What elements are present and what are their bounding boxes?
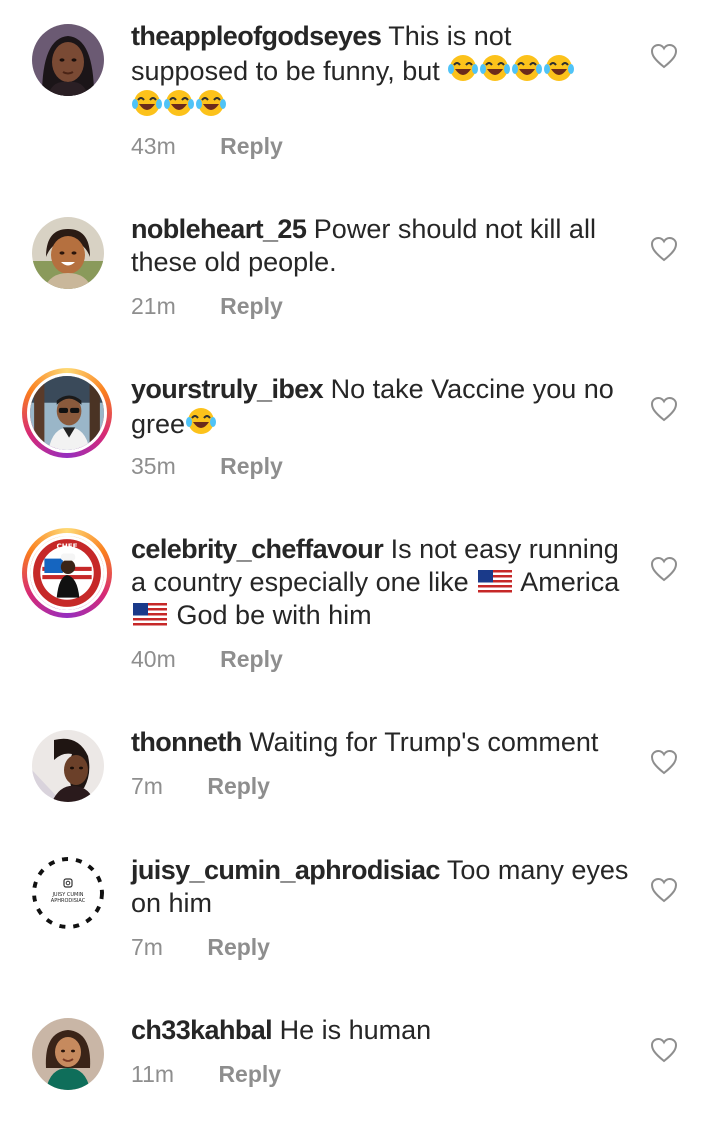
reply-button[interactable]: Reply bbox=[207, 934, 270, 961]
heart-outline-icon bbox=[650, 749, 678, 775]
reply-button[interactable]: Reply bbox=[218, 1061, 281, 1088]
comment-meta: 11m Reply bbox=[131, 1061, 281, 1088]
comments-list: theappleofgodseyes This is not supposed … bbox=[0, 0, 720, 1128]
timestamp: 11m bbox=[131, 1061, 175, 1087]
comment-body: He is human bbox=[279, 1015, 432, 1045]
comment-body: Waiting for Trump's comment bbox=[249, 727, 599, 757]
laughing-emoji-icon bbox=[544, 55, 575, 81]
avatar-smiling-woman-icon bbox=[32, 217, 104, 289]
like-button[interactable] bbox=[650, 236, 678, 262]
heart-outline-icon bbox=[650, 43, 678, 69]
us-flag-icon bbox=[478, 570, 513, 594]
avatar[interactable] bbox=[32, 24, 104, 96]
avatar-logo-badge-icon: JUISY CUMIN APHRODISIAC bbox=[32, 857, 104, 929]
like-button[interactable] bbox=[650, 1037, 678, 1063]
comment-text: celebrity_cheffavour Is not easy running… bbox=[131, 533, 631, 632]
comment-meta: 7m Reply bbox=[131, 934, 270, 961]
comment-text: nobleheart_25 Power should not kill all … bbox=[131, 213, 631, 279]
comment-meta: 35m Reply bbox=[131, 453, 283, 480]
reply-button[interactable]: Reply bbox=[207, 773, 270, 800]
laughing-emoji-icon bbox=[132, 90, 162, 116]
us-flag-icon bbox=[133, 603, 167, 627]
laughing-emoji-icon bbox=[186, 408, 217, 434]
like-button[interactable] bbox=[650, 396, 678, 422]
comment-text: thonneth Waiting for Trump's comment bbox=[131, 726, 631, 759]
heart-outline-icon bbox=[650, 1037, 678, 1063]
timestamp: 7m bbox=[131, 773, 163, 799]
reply-button[interactable]: Reply bbox=[220, 293, 283, 320]
laugh-emoji-group bbox=[447, 55, 575, 86]
avatar[interactable]: CHEF bbox=[27, 533, 107, 613]
comment-meta: 40m Reply bbox=[131, 646, 283, 673]
username[interactable]: thonneth bbox=[131, 727, 242, 757]
comment-text: yourstruly_ibex No take Vaccine you no g… bbox=[131, 373, 631, 441]
comment-meta: 7m Reply bbox=[131, 773, 270, 800]
comment-text: juisy_cumin_aphrodisiac Too many eyes on… bbox=[131, 854, 631, 920]
like-button[interactable] bbox=[650, 556, 678, 582]
laughing-emoji-icon bbox=[164, 90, 194, 116]
comment-body-part2: America bbox=[520, 567, 620, 597]
laughing-emoji-icon bbox=[196, 90, 226, 116]
comment-body-part3: God be with him bbox=[176, 600, 372, 630]
avatar-man-sunglasses-icon bbox=[30, 376, 104, 450]
avatar[interactable] bbox=[32, 1018, 104, 1090]
avatar[interactable] bbox=[27, 373, 107, 453]
avatar-chef-logo-icon: CHEF bbox=[30, 536, 104, 610]
svg-text:APHRODISIAC: APHRODISIAC bbox=[51, 898, 86, 904]
username[interactable]: juisy_cumin_aphrodisiac bbox=[131, 855, 440, 885]
timestamp: 21m bbox=[131, 293, 176, 319]
heart-outline-icon bbox=[650, 236, 678, 262]
avatar-story-ring[interactable] bbox=[22, 368, 112, 458]
like-button[interactable] bbox=[650, 877, 678, 903]
avatar-woman-green-top-icon bbox=[32, 1018, 104, 1090]
avatar-story-ring[interactable]: CHEF bbox=[22, 528, 112, 618]
heart-outline-icon bbox=[650, 556, 678, 582]
comment-text: ch33kahbal He is human bbox=[131, 1014, 631, 1047]
heart-outline-icon bbox=[650, 877, 678, 903]
like-button[interactable] bbox=[650, 43, 678, 69]
comment-meta: 21m Reply bbox=[131, 293, 283, 320]
svg-text:CHEF: CHEF bbox=[56, 541, 77, 550]
username[interactable]: theappleofgodseyes bbox=[131, 21, 382, 51]
username[interactable]: ch33kahbal bbox=[131, 1015, 273, 1045]
username[interactable]: yourstruly_ibex bbox=[131, 374, 324, 404]
avatar-woman-portrait-icon bbox=[32, 730, 104, 802]
like-button[interactable] bbox=[650, 749, 678, 775]
username[interactable]: celebrity_cheffavour bbox=[131, 534, 384, 564]
comment-meta: 43m Reply bbox=[131, 133, 283, 160]
avatar[interactable]: JUISY CUMIN APHRODISIAC bbox=[32, 857, 104, 929]
timestamp: 35m bbox=[131, 453, 176, 479]
timestamp: 43m bbox=[131, 133, 176, 159]
timestamp: 7m bbox=[131, 934, 163, 960]
comment-text: theappleofgodseyes This is not supposed … bbox=[131, 20, 631, 123]
avatar[interactable] bbox=[32, 217, 104, 289]
username[interactable]: nobleheart_25 bbox=[131, 214, 307, 244]
reply-button[interactable]: Reply bbox=[220, 646, 283, 673]
timestamp: 40m bbox=[131, 646, 176, 672]
avatar[interactable] bbox=[32, 730, 104, 802]
avatar-dark-hair-woman-icon bbox=[32, 24, 104, 96]
reply-button[interactable]: Reply bbox=[220, 133, 283, 160]
laughing-emoji-icon bbox=[448, 55, 479, 81]
heart-outline-icon bbox=[650, 396, 678, 422]
laughing-emoji-icon bbox=[512, 55, 543, 81]
laughing-emoji-icon bbox=[480, 55, 511, 81]
laugh-emoji-group bbox=[131, 90, 227, 121]
reply-button[interactable]: Reply bbox=[220, 453, 283, 480]
